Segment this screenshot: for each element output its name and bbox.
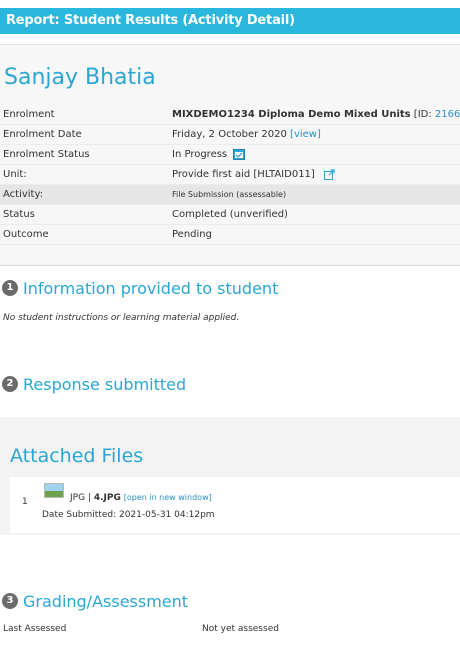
- info-label: Enrolment: [3, 109, 55, 120]
- info-row-unit: Unit: Provide first aid [HLTAID011]: [0, 165, 460, 185]
- unit-value: Provide first aid [HLTAID011]: [172, 169, 315, 180]
- attached-files-panel: Attached Files 1 JPG | 4.JPG [open in ne…: [0, 417, 460, 535]
- enrolment-date: Friday, 2 October 2020: [172, 129, 287, 140]
- section-number-badge: 1: [2, 280, 18, 296]
- external-link-icon[interactable]: [324, 168, 335, 180]
- student-info-table: Enrolment MIXDEMO1234 Diploma Demo Mixed…: [0, 105, 460, 245]
- info-label: Activity:: [3, 189, 44, 200]
- enrolment-id-link[interactable]: 2166: [435, 109, 460, 120]
- last-assessed-label: Last Assessed: [3, 624, 67, 634]
- activity-value: File Submission (assessable): [172, 190, 287, 199]
- info-value: In Progress: [172, 145, 246, 165]
- info-label: Enrolment Status: [3, 149, 90, 160]
- enrolment-id-prefix: [ID:: [410, 109, 435, 120]
- section-number-badge: 2: [2, 376, 18, 392]
- view-bracket-open: [: [286, 129, 294, 140]
- info-value: Provide first aid [HLTAID011]: [172, 165, 335, 185]
- info-row-enrolment-date: Enrolment Date Friday, 2 October 2020 [v…: [0, 125, 460, 145]
- attached-files-title: Attached Files: [10, 445, 144, 467]
- info-label: Unit:: [3, 169, 27, 180]
- report-title-bar: Report: Student Results (Activity Detail…: [0, 8, 460, 34]
- no-instructions-note: No student instructions or learning mate…: [3, 313, 240, 323]
- student-name: Sanjay Bhatia: [4, 65, 156, 90]
- section-title: Response submitted: [23, 374, 187, 394]
- last-assessed-value: Not yet assessed: [202, 624, 279, 634]
- file-list-item: 1 JPG | 4.JPG [open in new window] Date …: [10, 477, 460, 533]
- section-information: 1 Information provided to student: [0, 277, 278, 299]
- file-info: JPG | 4.JPG [open in new window]: [70, 493, 212, 503]
- file-separator: |: [85, 493, 94, 503]
- date-submitted: Date Submitted: 2021-05-31 04:12pm: [42, 510, 215, 520]
- info-row-enrolment-status: Enrolment Status In Progress: [0, 145, 460, 165]
- outcome-value: Pending: [172, 229, 212, 240]
- status-value: Completed (unverified): [172, 209, 288, 220]
- info-label: Outcome: [3, 229, 49, 240]
- section-title: Information provided to student: [23, 278, 279, 298]
- file-name[interactable]: 4.JPG: [94, 493, 121, 503]
- open-in-new-window-link[interactable]: [open in new window]: [124, 493, 212, 502]
- enrolment-status: In Progress: [172, 149, 228, 160]
- view-link[interactable]: view: [294, 129, 317, 140]
- info-row-outcome: Outcome Pending: [0, 225, 460, 245]
- info-label: Status: [3, 209, 35, 220]
- file-index: 1: [22, 497, 28, 507]
- section-response: 2 Response submitted: [0, 373, 186, 395]
- view-bracket-close: ]: [316, 129, 321, 140]
- report-title: Report: Student Results (Activity Detail…: [6, 13, 295, 28]
- image-thumbnail-icon[interactable]: [44, 483, 64, 498]
- info-row-enrolment: Enrolment MIXDEMO1234 Diploma Demo Mixed…: [0, 105, 460, 125]
- info-row-status: Status Completed (unverified): [0, 205, 460, 225]
- info-value: MIXDEMO1234 Diploma Demo Mixed Units [ID…: [172, 105, 460, 125]
- info-label: Enrolment Date: [3, 129, 82, 140]
- progress-calendar-icon[interactable]: [233, 148, 246, 160]
- section-grading: 3 Grading/Assessment: [0, 590, 188, 612]
- date-submitted-value: 2021-05-31 04:12pm: [118, 510, 215, 520]
- date-submitted-label: Date Submitted:: [42, 510, 119, 520]
- info-value: Friday, 2 October 2020 [view]: [172, 125, 321, 145]
- file-type: JPG: [70, 493, 86, 503]
- info-row-activity: Activity: File Submission (assessable): [0, 185, 460, 205]
- enrolment-name: MIXDEMO1234 Diploma Demo Mixed Units: [172, 109, 411, 120]
- section-title: Grading/Assessment: [23, 591, 189, 611]
- student-panel: Sanjay Bhatia Enrolment MIXDEMO1234 Dipl…: [0, 44, 460, 266]
- section-number-badge: 3: [2, 593, 18, 609]
